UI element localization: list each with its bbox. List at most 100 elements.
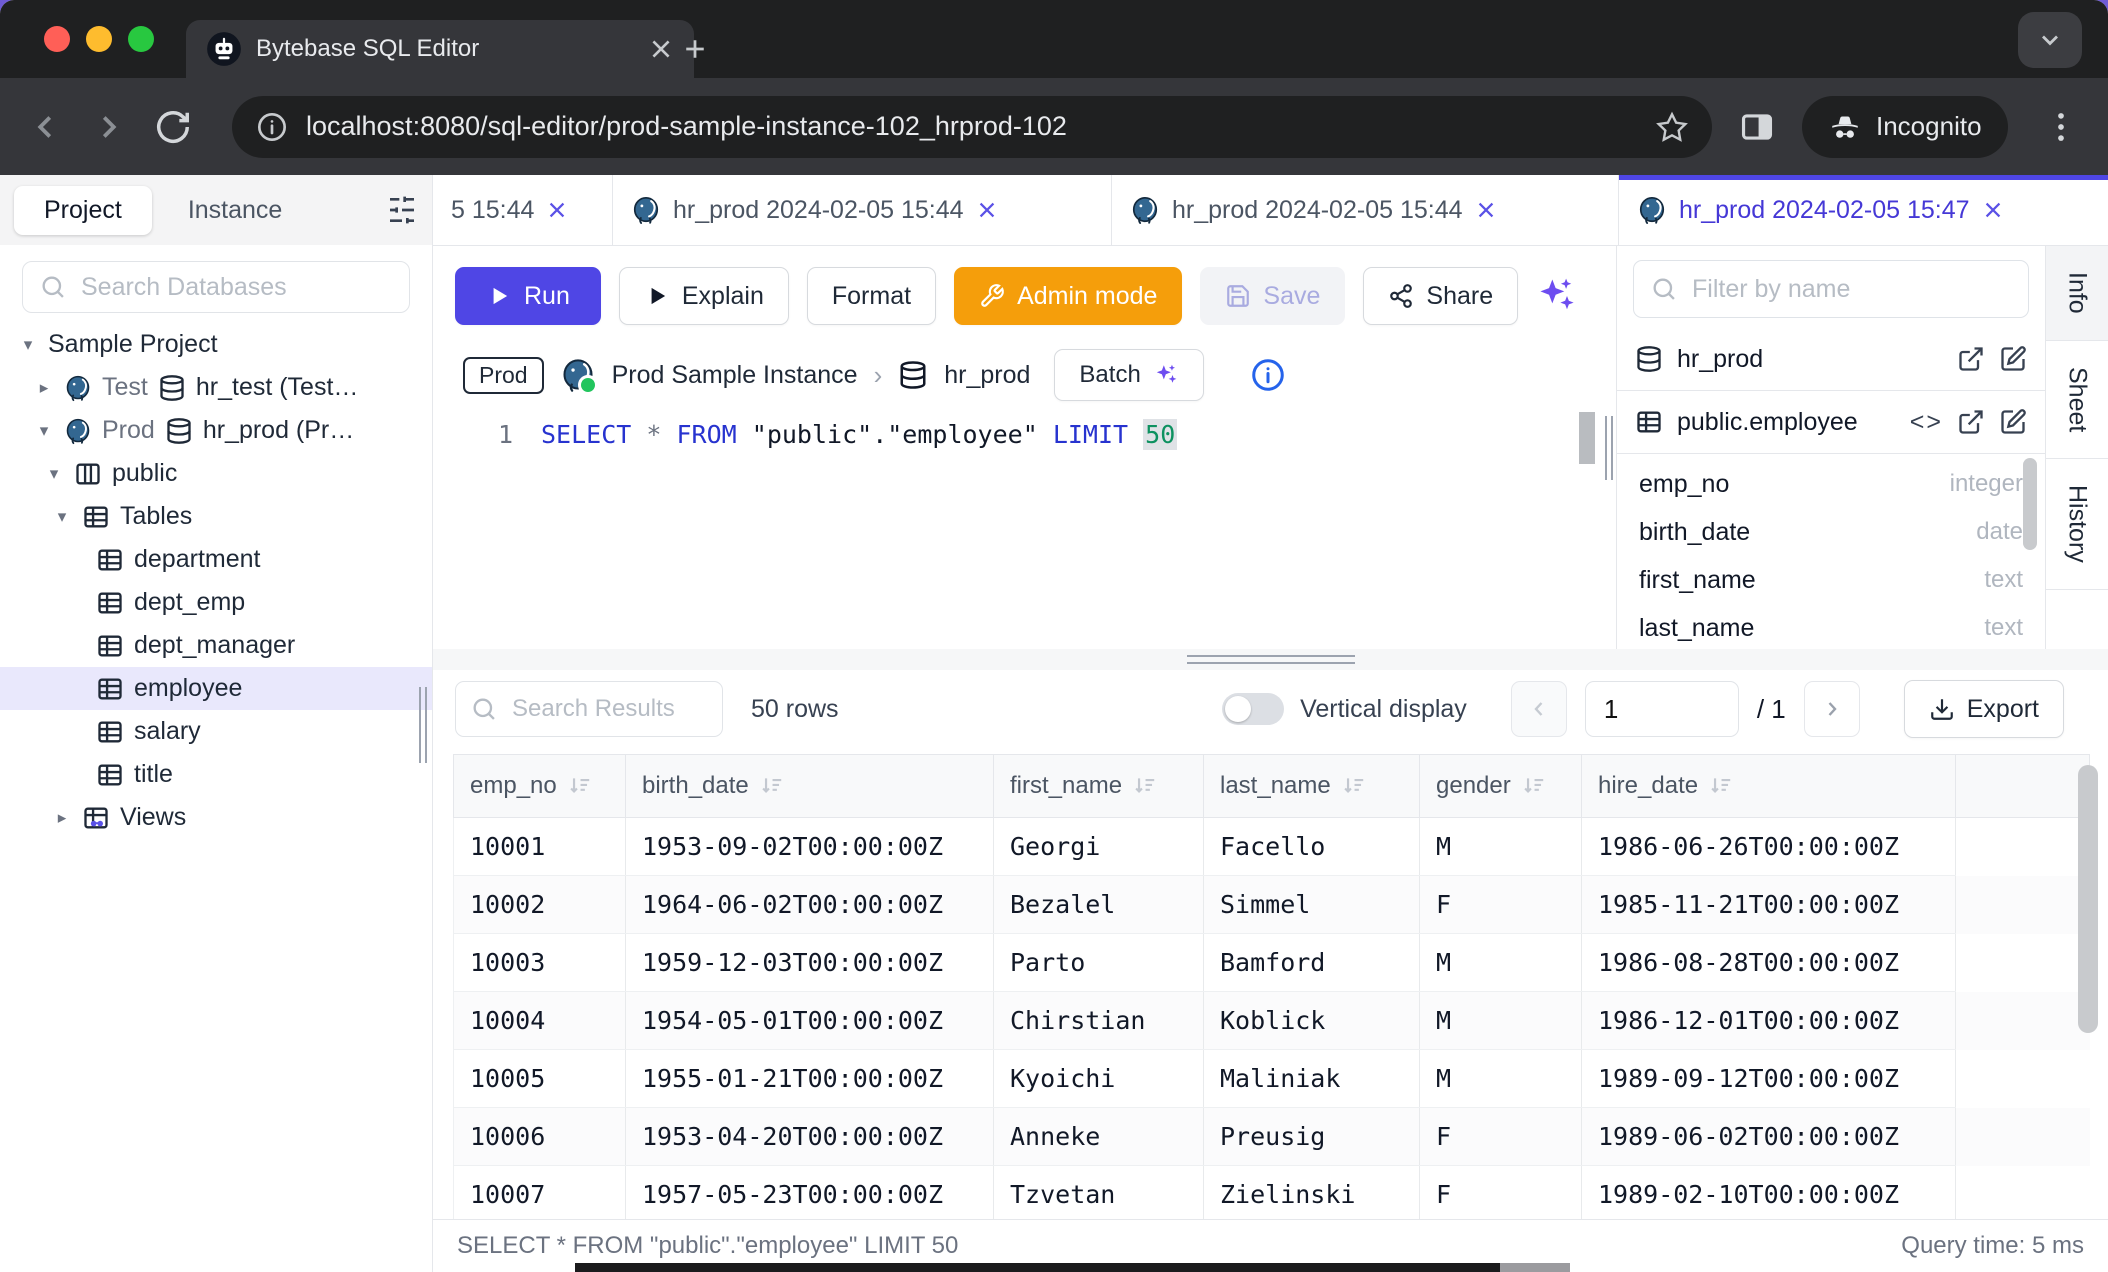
bookmark-star-icon[interactable] — [1656, 111, 1688, 143]
panel-resize-divider[interactable] — [1601, 246, 1616, 649]
reload-button[interactable] — [154, 108, 192, 146]
drag-handle[interactable] — [1187, 655, 1355, 664]
tree-item-table-dept-emp[interactable]: dept_emp — [0, 581, 432, 624]
results-scrollbar[interactable] — [2078, 765, 2098, 1033]
vertical-display-toggle[interactable] — [1222, 693, 1284, 725]
tree-item-table-employee[interactable]: employee — [0, 667, 432, 710]
column-row[interactable]: first_name text — [1617, 556, 2045, 604]
results-resize-divider[interactable] — [433, 649, 2108, 670]
table-row[interactable]: 100031959-12-03T00:00:00ZPartoBamfordM19… — [454, 934, 2090, 992]
tree-item-table-salary[interactable]: salary — [0, 710, 432, 753]
schema-database-row[interactable]: hr_prod — [1617, 328, 2045, 391]
edit-icon[interactable] — [1999, 345, 2027, 373]
close-icon[interactable] — [1475, 199, 1497, 221]
sort-icon[interactable] — [1708, 773, 1734, 799]
side-panel-icon[interactable] — [1738, 108, 1776, 146]
table-row[interactable]: 100011953-09-02T00:00:00ZGeorgiFacelloM1… — [454, 818, 2090, 876]
sort-icon[interactable] — [759, 773, 785, 799]
sidebar-resize-handle[interactable] — [419, 687, 429, 763]
sort-icon[interactable] — [1341, 773, 1367, 799]
close-window-button[interactable] — [44, 26, 70, 52]
column-header-emp-no[interactable]: emp_no — [454, 755, 626, 818]
sort-icon[interactable] — [1132, 773, 1158, 799]
search-results-input[interactable] — [510, 694, 708, 724]
caret-down-icon[interactable]: ▾ — [44, 464, 64, 484]
export-button[interactable]: Export — [1904, 680, 2064, 738]
schema-table-row[interactable]: public.employee <> — [1617, 391, 2045, 454]
edit-icon[interactable] — [1999, 408, 2027, 436]
results-search[interactable] — [455, 681, 723, 737]
worksheet-tab-1[interactable]: 5 15:44 — [433, 175, 613, 245]
column-header-gender[interactable]: gender — [1420, 755, 1582, 818]
next-page-button[interactable] — [1804, 681, 1860, 737]
back-button[interactable] — [26, 108, 64, 146]
column-header-birth-date[interactable]: birth_date — [626, 755, 994, 818]
share-button[interactable]: Share — [1363, 267, 1518, 325]
database-name[interactable]: hr_prod — [944, 361, 1030, 390]
external-link-icon[interactable] — [1957, 345, 1985, 373]
tab-project[interactable]: Project — [14, 186, 152, 235]
code-icon[interactable]: <> — [1910, 408, 1943, 437]
worksheet-tab-3[interactable]: hr_prod 2024-02-05 15:44 — [1112, 175, 1619, 245]
tab-history[interactable]: History — [2046, 459, 2108, 590]
search-databases-input[interactable] — [79, 272, 393, 303]
address-bar[interactable]: localhost:8080/sql-editor/prod-sample-in… — [232, 96, 1712, 158]
table-row[interactable]: 100061953-04-20T00:00:00ZAnnekePreusigF1… — [454, 1108, 2090, 1166]
browser-tab[interactable]: Bytebase SQL Editor — [186, 20, 694, 78]
tree-item-views[interactable]: ▸ Views — [0, 796, 432, 839]
filter-settings-icon[interactable] — [386, 194, 418, 226]
external-link-icon[interactable] — [1957, 408, 1985, 436]
tab-search-button[interactable] — [2018, 12, 2082, 68]
column-row[interactable]: emp_no integer — [1617, 460, 2045, 508]
tree-item-table-dept-manager[interactable]: dept_manager — [0, 624, 432, 667]
database-search[interactable] — [22, 261, 410, 313]
tab-info[interactable]: Info — [2046, 246, 2108, 341]
format-button[interactable]: Format — [807, 267, 936, 325]
browser-menu-button[interactable] — [2042, 108, 2080, 146]
close-icon[interactable] — [1982, 199, 2004, 221]
tree-item-schema-public[interactable]: ▾ public — [0, 452, 432, 495]
page-number-input[interactable] — [1585, 681, 1739, 737]
table-row[interactable]: 100041954-05-01T00:00:00ZChirstianKoblic… — [454, 992, 2090, 1050]
tree-item-table-department[interactable]: department — [0, 538, 432, 581]
prev-page-button[interactable] — [1511, 681, 1567, 737]
tree-item-hr-test[interactable]: ▸ Test hr_test (Test… — [0, 366, 432, 409]
minimize-window-button[interactable] — [86, 26, 112, 52]
run-button[interactable]: Run — [455, 267, 601, 325]
schema-filter[interactable] — [1633, 260, 2029, 318]
batch-button[interactable]: Batch — [1054, 349, 1203, 401]
explain-button[interactable]: Explain — [619, 267, 789, 325]
tab-instance[interactable]: Instance — [158, 186, 313, 235]
tree-item-hr-prod[interactable]: ▾ Prod hr_prod (Pr… — [0, 409, 432, 452]
drag-handle[interactable] — [1605, 416, 1613, 480]
caret-down-icon[interactable]: ▾ — [34, 421, 54, 441]
instance-name[interactable]: Prod Sample Instance — [612, 361, 858, 390]
editor-scrollbar[interactable] — [1579, 412, 1595, 464]
worksheet-tab-2[interactable]: hr_prod 2024-02-05 15:44 — [613, 175, 1112, 245]
column-row[interactable]: birth_date date — [1617, 508, 2045, 556]
sort-icon[interactable] — [567, 773, 593, 799]
sql-code-line[interactable]: SELECT * FROM "public"."employee" LIMIT … — [541, 420, 1177, 649]
info-icon[interactable] — [1250, 357, 1286, 393]
filter-by-name-input[interactable] — [1690, 274, 2012, 305]
close-icon[interactable] — [976, 199, 998, 221]
table-row[interactable]: 100021964-06-02T00:00:00ZBezalelSimmelF1… — [454, 876, 2090, 934]
forward-button[interactable] — [90, 108, 128, 146]
site-info-icon[interactable] — [256, 111, 288, 143]
column-header-first-name[interactable]: first_name — [994, 755, 1204, 818]
tree-item-table-title[interactable]: title — [0, 753, 432, 796]
new-tab-button[interactable] — [680, 34, 710, 64]
caret-down-icon[interactable]: ▾ — [52, 507, 72, 527]
table-row[interactable]: 100071957-05-23T00:00:00ZTzvetanZielinsk… — [454, 1166, 2090, 1220]
worksheet-tab-4-active[interactable]: hr_prod 2024-02-05 15:47 — [1619, 175, 2108, 245]
tab-sheet[interactable]: Sheet — [2046, 341, 2108, 459]
caret-down-icon[interactable]: ▾ — [18, 335, 38, 355]
save-button[interactable]: Save — [1200, 267, 1345, 325]
caret-right-icon[interactable]: ▸ — [52, 808, 72, 828]
tree-item-project[interactable]: ▾ Sample Project — [0, 323, 432, 366]
close-icon[interactable] — [648, 36, 674, 62]
maximize-window-button[interactable] — [128, 26, 154, 52]
column-row[interactable]: last_name text — [1617, 604, 2045, 649]
ai-assistant-button[interactable] — [1534, 274, 1578, 318]
schema-scrollbar[interactable] — [2023, 458, 2037, 550]
